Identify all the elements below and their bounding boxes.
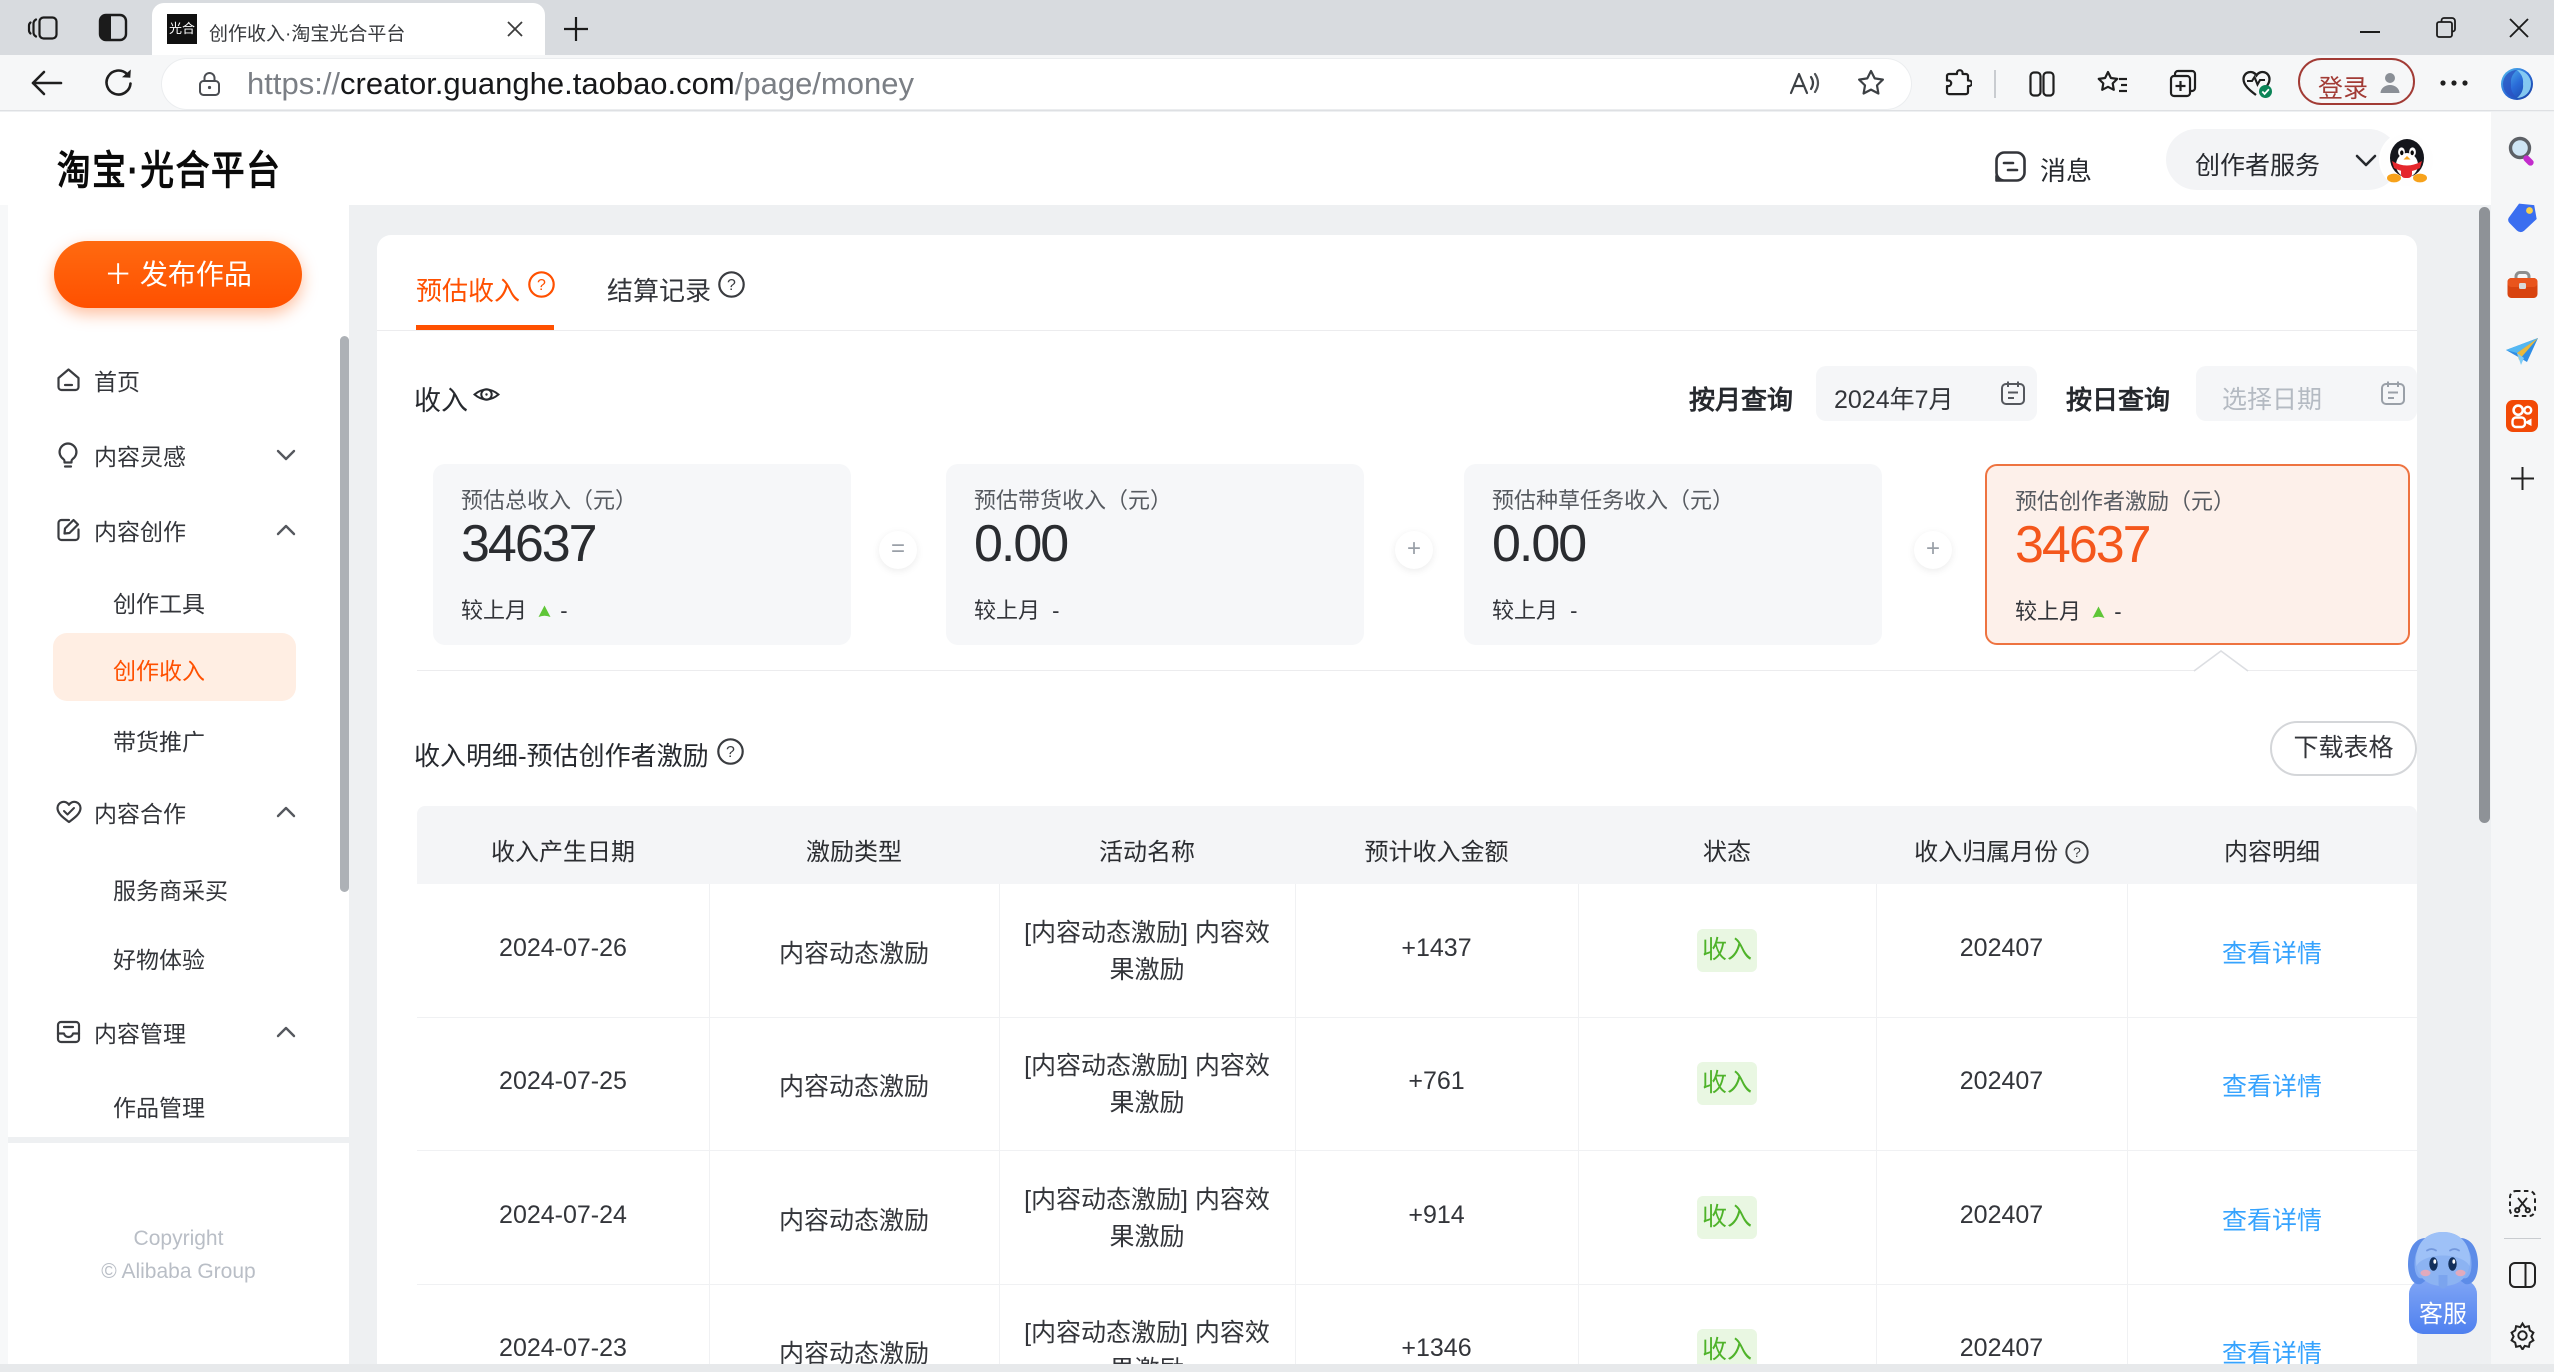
svg-text:?: ? <box>727 277 736 294</box>
svg-text:?: ? <box>2073 845 2081 861</box>
svg-text:?: ? <box>537 277 546 294</box>
svg-text:?: ? <box>726 744 735 761</box>
